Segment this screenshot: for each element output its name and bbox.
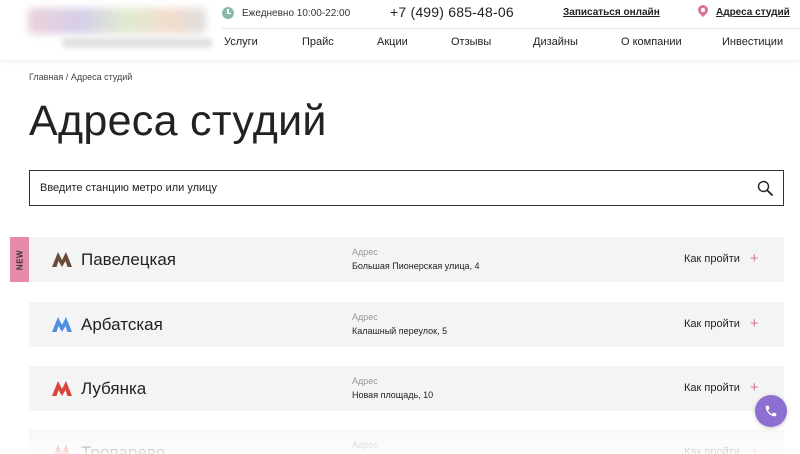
pin-icon [698, 5, 708, 19]
new-badge-label: NEW [15, 249, 24, 270]
working-hours-text: Ежедневно 10:00-22:00 [242, 7, 351, 19]
address-label: Адрес [352, 440, 378, 450]
nav-item-investments[interactable]: Инвестиции [722, 36, 783, 48]
metro-icon [52, 381, 72, 396]
plus-icon: + [749, 315, 759, 332]
station-name: Лубянка [81, 379, 147, 398]
nav-item-reviews[interactable]: Отзывы [451, 36, 491, 48]
address-value: Новая площадь, 10 [352, 390, 434, 400]
address-label: Адрес [352, 247, 378, 257]
nav-item-about[interactable]: О компании [621, 36, 682, 48]
plus-icon: + [749, 379, 759, 396]
nav-item-promotions[interactable]: Акции [377, 36, 408, 48]
studio-card-paveletskaya[interactable]: Павелецкая Адрес Большая Пионерская улиц… [29, 237, 784, 282]
studio-card-arbatskaya[interactable]: Арбатская Адрес Калашный переулок, 5 Как… [29, 302, 784, 347]
address-label: Адрес [352, 312, 378, 322]
nav-item-designs[interactable]: Дизайны [533, 36, 578, 48]
breadcrumb: Главная / Адреса студий [29, 72, 132, 82]
studio-card-lubyanka[interactable]: Лубянка Адрес Новая площадь, 10 Как прой… [29, 366, 784, 411]
station-name: Тропарево [81, 443, 166, 454]
metro-icon [54, 445, 70, 454]
directions-button[interactable]: Как пройти + [684, 251, 759, 266]
directions-button[interactable]: Как пройти + [684, 444, 759, 454]
logo-wordmark-blurred [28, 8, 206, 34]
directions-label: Как пройти [684, 445, 740, 454]
address-label: Адрес [352, 376, 378, 386]
clock-icon [222, 7, 234, 19]
search-input[interactable] [30, 171, 730, 205]
site-header: Ежедневно 10:00-22:00 +7 (499) 685-48-06… [0, 0, 800, 60]
address-value: Калашный переулок, 5 [352, 326, 448, 336]
search-box [29, 170, 784, 206]
metro-icon [52, 252, 72, 267]
working-hours: Ежедневно 10:00-22:00 [222, 6, 350, 20]
header-divider [222, 28, 800, 29]
directions-label: Как пройти [684, 252, 740, 265]
page-title: Адреса студий [29, 97, 327, 145]
nav-item-services[interactable]: Услуги [224, 36, 258, 48]
plus-icon: + [749, 443, 759, 454]
metro-icon [52, 317, 72, 332]
phone-icon [765, 405, 777, 417]
directions-button[interactable]: Как пройти + [684, 316, 759, 331]
main-nav: Услуги Прайс Акции Отзывы Дизайны О комп… [0, 36, 800, 52]
directions-label: Как пройти [684, 317, 740, 330]
studio-addresses-link[interactable]: Адреса студий [698, 5, 790, 19]
plus-icon: + [749, 250, 759, 267]
address-value: Большая Пионерская улица, 4 [352, 261, 480, 271]
studio-card-troparevo[interactable]: Тропарево Адрес Как пройти + [29, 430, 784, 454]
station-name: Арбатская [81, 315, 163, 334]
breadcrumb-home[interactable]: Главная [29, 72, 63, 82]
signup-online-link[interactable]: Записаться онлайн [563, 7, 660, 18]
studio-addresses-link-label: Адреса студий [716, 6, 790, 18]
new-badge: NEW [10, 237, 29, 282]
directions-button[interactable]: Как пройти + [684, 380, 759, 395]
call-button[interactable] [755, 395, 787, 427]
breadcrumb-separator: / [65, 72, 69, 82]
directions-label: Как пройти [684, 381, 740, 394]
nav-item-price[interactable]: Прайс [302, 36, 334, 48]
breadcrumb-current: Адреса студий [70, 72, 133, 82]
station-name: Павелецкая [81, 250, 176, 269]
search-icon[interactable] [757, 180, 773, 196]
phone-number[interactable]: +7 (499) 685-48-06 [390, 4, 514, 20]
